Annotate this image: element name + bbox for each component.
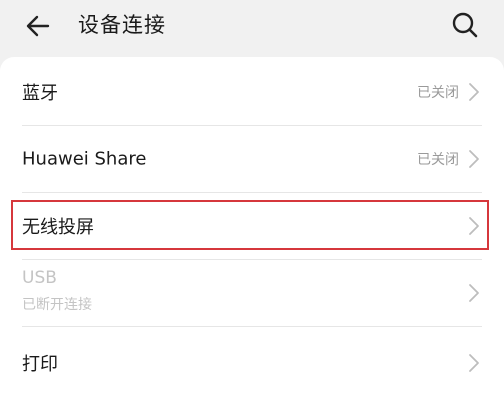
settings-item-label: 无线投屏 <box>22 217 94 238</box>
settings-item-bluetooth[interactable]: 蓝牙 已关闭 <box>0 59 504 125</box>
settings-item-label: Huawei Share <box>22 148 147 170</box>
status-text: 已关闭 <box>417 85 459 101</box>
divider <box>22 326 482 327</box>
back-arrow-icon[interactable] <box>24 12 52 40</box>
settings-item-sublabel: 已断开连接 <box>22 297 92 313</box>
settings-item-label: 蓝牙 <box>22 83 58 104</box>
status-text: 已关闭 <box>417 152 459 168</box>
chevron-right-icon <box>469 83 479 101</box>
settings-item-usb[interactable]: USB 已断开连接 <box>0 260 504 326</box>
settings-item-huawei-share[interactable]: Huawei Share 已关闭 <box>0 126 504 192</box>
chevron-right-icon <box>469 284 479 302</box>
settings-item-label: USB <box>22 268 57 288</box>
settings-card: 蓝牙 已关闭 Huawei Share 已关闭 无线投屏 USB 已断开连接 打… <box>0 57 504 401</box>
settings-item-print[interactable]: 打印 <box>0 330 504 396</box>
settings-item-label: 打印 <box>22 354 58 375</box>
chevron-right-icon <box>469 150 479 168</box>
app-header: 设备连接 <box>0 0 504 52</box>
chevron-right-icon <box>469 354 479 372</box>
chevron-right-icon <box>469 217 479 235</box>
search-icon[interactable] <box>450 10 480 40</box>
page-title: 设备连接 <box>78 13 166 37</box>
settings-item-wireless-projection[interactable]: 无线投屏 <box>0 193 504 259</box>
